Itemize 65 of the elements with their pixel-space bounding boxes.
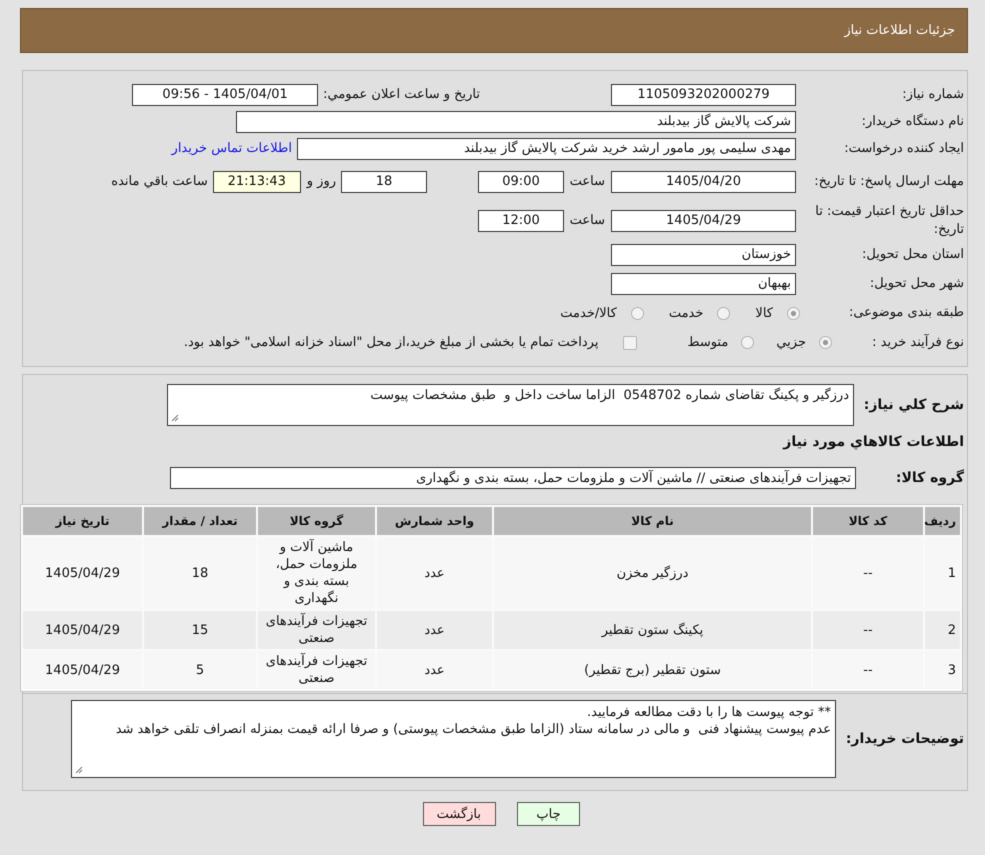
back-button[interactable]: بازگشت bbox=[423, 802, 496, 826]
section-title: اطلاعات کالاهاي مورد نیاز bbox=[783, 434, 964, 450]
days-label: روز و bbox=[306, 174, 336, 189]
column-header: واحد شمارش bbox=[377, 507, 492, 535]
time-label: ساعت bbox=[568, 174, 605, 189]
column-header: نام کالا bbox=[494, 507, 811, 535]
need-number-field[interactable]: 1105093202000279 bbox=[611, 84, 796, 106]
field-label: ایجاد کننده درخواست: bbox=[844, 140, 964, 156]
field-label: نام دستگاه خريدار: bbox=[862, 114, 964, 128]
column-header: کد کالا bbox=[813, 507, 923, 535]
city-field[interactable]: بهبهان bbox=[611, 272, 796, 294]
resize-grip-icon[interactable] bbox=[171, 414, 179, 422]
deadline-date-field[interactable]: 1405/04/20 bbox=[611, 170, 796, 192]
radio-label: کالا/خدمت bbox=[560, 306, 617, 320]
buyer-contact-link[interactable]: اطلاعات تماس خریدار bbox=[172, 141, 292, 156]
field-label: حداقل تاریخ اعتبار قیمت: تا تاریخ: bbox=[815, 204, 964, 236]
table-cell: 15 bbox=[144, 611, 256, 649]
table-cell: تجهیزات فرآیندهای صنعتی bbox=[258, 611, 375, 649]
field-label: مهلت ارسال پاسخ: تا تاریخ: bbox=[814, 174, 964, 188]
table-cell: پکینگ ستون تقطیر bbox=[494, 611, 811, 649]
table-cell: -- bbox=[813, 611, 923, 649]
table-cell: 2 bbox=[925, 611, 960, 649]
field-label: شهر محل تحویل: bbox=[870, 276, 964, 290]
field-label: توضیحات خریدار: bbox=[846, 731, 964, 747]
field-label: تاریخ و ساعت اعلان عمومي: bbox=[323, 87, 480, 102]
field-label: نوع فرآیند خرید : bbox=[872, 334, 964, 350]
print-button[interactable]: چاپ bbox=[517, 802, 580, 826]
requester-field[interactable]: مهدی سلیمی پور مامور ارشد خرید شرکت پالایش گاز بیدبلند bbox=[297, 138, 796, 160]
days-field[interactable]: 18 bbox=[341, 170, 427, 192]
table-cell: 1405/04/29 bbox=[23, 611, 142, 649]
radio-button[interactable] bbox=[741, 336, 754, 349]
deadline-time-field[interactable]: 09:00 bbox=[478, 170, 564, 192]
buyer-org-field[interactable]: شرکت پالایش گاز بیدبلند bbox=[236, 110, 796, 132]
description-field[interactable]: درزگیر و پکینگ تقاضای شماره 0548702 الزاما ساخت داخل و طبق مشخصات پیوست bbox=[167, 384, 854, 426]
validity-date-field[interactable]: 1405/04/29 bbox=[611, 210, 796, 232]
radio-button[interactable] bbox=[717, 306, 730, 320]
field-label: استان محل تحویل: bbox=[862, 246, 964, 262]
column-header: تاریخ نیاز bbox=[23, 507, 142, 535]
radio-label: خدمت bbox=[668, 306, 704, 320]
radio-button[interactable] bbox=[630, 306, 644, 320]
remaining-label: ساعت باقي مانده bbox=[111, 174, 208, 189]
column-header: تعداد / مقدار bbox=[144, 507, 256, 535]
province-field[interactable]: خوزستان bbox=[611, 244, 796, 266]
table-cell: عدد bbox=[377, 611, 492, 649]
radio-button[interactable] bbox=[819, 336, 832, 349]
validity-time-field[interactable]: 12:00 bbox=[478, 210, 564, 232]
field-label: شرح کلي نیاز: bbox=[864, 397, 964, 413]
radio-button[interactable] bbox=[787, 306, 800, 320]
remaining-time-field[interactable]: 21:13:43 bbox=[212, 170, 301, 192]
column-header: ردیف bbox=[925, 507, 960, 535]
field-label: گروه کالا: bbox=[896, 470, 964, 486]
resize-grip-icon[interactable] bbox=[75, 766, 83, 774]
radio-label: متوسط bbox=[687, 335, 728, 350]
announce-date-field[interactable]: 1405/04/01 - 09:56 bbox=[132, 84, 318, 106]
column-header: گروه کالا bbox=[258, 507, 375, 535]
radio-label: کالا bbox=[755, 306, 773, 320]
field-label: طبقه بندی موضوعی: bbox=[848, 305, 964, 320]
radio-label: جزيي bbox=[776, 335, 806, 350]
treasury-payment-label: پرداخت تمام یا بخشی از مبلغ خرید،از محل "اسناد خزانه اسلامی" خواهد بود. bbox=[184, 335, 598, 350]
time-label: ساعت bbox=[568, 213, 605, 228]
field-label: شماره نیاز: bbox=[902, 86, 964, 102]
checkbox[interactable] bbox=[623, 336, 638, 350]
buyer-notes-field[interactable]: ** توجه پیوست ها را با دقت مطالعه فرمایید. عدم پیوست پیشنهاد فنی و مالی در سامانه ستاد (الزاما طبق مشخصات پیوستی) و صرفا ارائه قیمت بمنزله انصراف تلقی خواهد شد bbox=[71, 700, 836, 778]
page-title: جزئیات اطلاعات نیاز bbox=[844, 23, 955, 38]
goods-group-field[interactable]: تجهیزات فرآیندهای صنعتی // ماشین آلات و ملزومات حمل، بسته بندی و نگهداری bbox=[170, 467, 856, 489]
